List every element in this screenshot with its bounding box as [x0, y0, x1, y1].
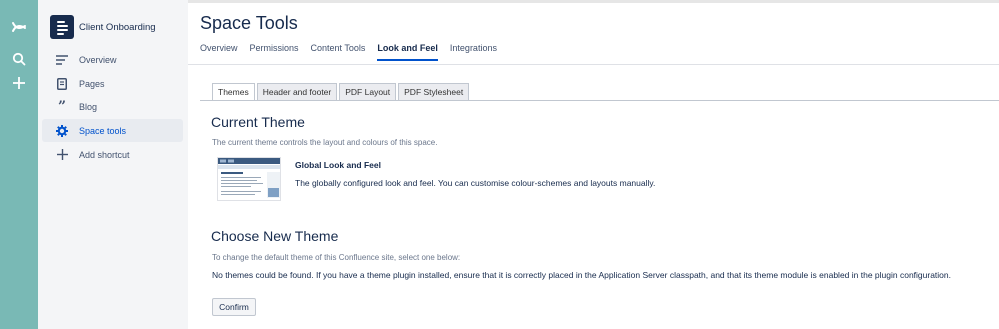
tabs-divider — [188, 64, 999, 65]
subtab-header-and-footer[interactable]: Header and footer — [256, 83, 338, 101]
sidebar-item-label: Add shortcut — [79, 149, 130, 160]
sidebar-item-blog[interactable]: ” Blog — [42, 95, 183, 118]
create-plus-icon[interactable] — [9, 73, 29, 93]
sidebar-item-overview[interactable]: Overview — [42, 48, 183, 71]
page-title: Space Tools — [200, 13, 298, 33]
sidebar-item-label: Overview — [79, 54, 117, 65]
sidebar-item-pages[interactable]: Pages — [42, 72, 183, 95]
sidebar-item-label: Pages — [79, 78, 105, 89]
plus-icon — [54, 149, 70, 160]
gear-icon — [54, 124, 70, 137]
space-name[interactable]: Client Onboarding — [79, 22, 156, 33]
confluence-logo-icon[interactable] — [9, 17, 29, 37]
blog-quote-icon: ” — [57, 98, 67, 115]
choose-theme-heading: Choose New Theme — [211, 228, 339, 244]
pages-icon — [54, 77, 70, 90]
tab-overview[interactable]: Overview — [200, 43, 238, 61]
subtab-pdf-layout[interactable]: PDF Layout — [339, 83, 397, 101]
current-theme-heading: Current Theme — [211, 114, 305, 130]
theme-thumbnail — [217, 157, 281, 201]
confirm-button[interactable]: Confirm — [212, 298, 256, 316]
main-content: Space Tools Overview Permissions Content… — [188, 0, 999, 329]
subtab-pdf-stylesheet[interactable]: PDF Stylesheet — [398, 83, 470, 101]
subtab-themes[interactable]: Themes — [212, 83, 255, 101]
space-header[interactable]: Client Onboarding — [50, 15, 156, 39]
sidebar-item-label: Space tools — [79, 125, 127, 136]
tab-look-and-feel[interactable]: Look and Feel — [377, 43, 438, 61]
sidebar-item-label: Blog — [79, 101, 98, 112]
tab-integrations[interactable]: Integrations — [450, 43, 497, 61]
overview-icon — [54, 54, 70, 65]
sidebar-item-add-shortcut[interactable]: Add shortcut — [42, 143, 183, 166]
tab-permissions[interactable]: Permissions — [250, 43, 299, 61]
current-theme-summary: The globally configured look and feel. Y… — [295, 178, 656, 188]
tab-content-tools[interactable]: Content Tools — [311, 43, 366, 61]
search-icon[interactable] — [9, 49, 29, 69]
choose-theme-description: To change the default theme of this Conf… — [212, 253, 461, 262]
subtabs-divider — [200, 100, 999, 101]
no-themes-message: No themes could be found. If you have a … — [212, 270, 951, 280]
secondary-tabs: Themes Header and footer PDF Layout PDF … — [212, 83, 471, 101]
current-theme-name: Global Look and Feel — [295, 160, 381, 170]
space-logo — [50, 15, 74, 39]
global-sidebar — [0, 0, 38, 329]
space-sidebar: Client Onboarding Overview Pages ” Blog … — [38, 0, 188, 329]
current-theme-description: The current theme controls the layout an… — [212, 138, 438, 147]
sidebar-item-space-tools[interactable]: Space tools — [42, 119, 183, 142]
primary-tabs: Overview Permissions Content Tools Look … — [200, 43, 509, 61]
